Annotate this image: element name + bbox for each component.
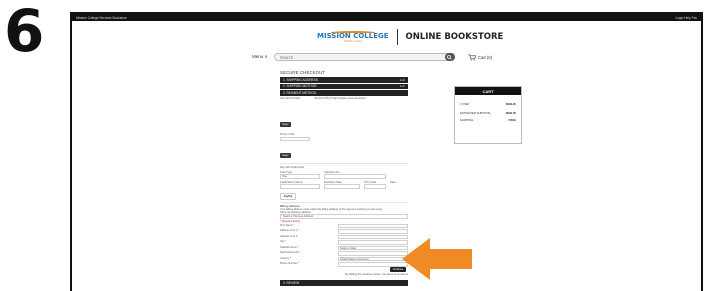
topbar-right-links[interactable]: Login Help Fax [676, 16, 697, 20]
browser-screenshot: Mission College Services Bookstore Login… [70, 12, 703, 291]
top-utility-bar: Mission College Services Bookstore Login… [72, 14, 701, 21]
cart-line-shipping: SHIPPING FREE [460, 118, 516, 122]
field-label: Address Line 2 [280, 234, 298, 238]
cart-icon [468, 54, 476, 61]
cart-summary: CART 1 ITEM $999.95 ESTIMATED SUBTOTAL $99… [454, 86, 522, 144]
field-label: Country * [280, 256, 291, 260]
field-label: Phone Number * [280, 262, 300, 266]
field-label: First Name * [280, 223, 295, 227]
address-line1-input[interactable] [338, 229, 408, 234]
step-payment-method: 3. PAYMENT METHOD [280, 90, 408, 96]
college-logo: MISSION COLLEGE SANTA CLARA [317, 30, 389, 43]
cart-link[interactable]: Cart (0) [468, 54, 492, 61]
cardholder-name-input[interactable] [280, 184, 320, 189]
search-bar[interactable] [273, 53, 455, 61]
field-label: City * [280, 240, 287, 244]
divider [280, 163, 408, 165]
credit-card-option[interactable]: Pay with Credit Card [280, 166, 408, 169]
store-name: ONLINE BOOKSTORE [405, 32, 504, 42]
nav-row: Menu ∨ Cart (0) [252, 52, 572, 62]
site-logo[interactable]: MISSION COLLEGE SANTA CLARA ONLINE BOOKS… [317, 29, 503, 45]
state-select[interactable]: Select a State [338, 245, 408, 251]
paypal-option[interactable]: PayPal [280, 192, 296, 200]
apply-gift-card-button[interactable]: Apply [280, 121, 291, 127]
first-name-input[interactable] [338, 223, 408, 229]
expiration-select[interactable] [324, 184, 360, 189]
field-label: Zip/Postal Code * [280, 251, 301, 255]
card-number-input[interactable] [324, 174, 386, 179]
terms-note: By clicking the Continue button, you agr… [344, 272, 408, 276]
edit-link[interactable]: Edit [400, 84, 405, 88]
checkout-title: SECURE CHECKOUT [280, 70, 326, 75]
previous-address-select[interactable]: Select a Previous Address [280, 214, 408, 219]
logo-divider [396, 29, 398, 45]
step-shipping-address[interactable]: 1. SHIPPING ADDRESS Edit [280, 77, 408, 83]
topbar-left-text: Mission College Services Bookstore [76, 15, 127, 20]
orange-pointer-arrow-icon [402, 238, 472, 280]
menu-button[interactable]: Menu ∨ [252, 54, 268, 60]
zip-input[interactable] [338, 251, 408, 256]
address-line2-input[interactable] [338, 234, 408, 240]
city-input[interactable] [338, 240, 408, 245]
gift-card-label: Gift Card Number [280, 96, 301, 100]
cart-line-subtotal: ESTIMATED SUBTOTAL $999.95 [460, 111, 516, 115]
required-note: * Required Fields [280, 219, 300, 223]
search-icon [447, 54, 453, 60]
search-button[interactable] [444, 53, 455, 61]
paypal-logo-icon: PayPal [283, 194, 293, 198]
save-card-label: Save [390, 180, 396, 184]
step-review: 4. REVIEW [280, 280, 408, 286]
cvv-input[interactable] [364, 184, 386, 189]
field-label: Address Line 1 * [280, 229, 300, 233]
checkout-form: SECURE CHECKOUT 1. SHIPPING ADDRESS Edit … [280, 70, 408, 276]
cart-line-items: 1 ITEM $999.95 [460, 102, 516, 106]
search-input[interactable] [279, 54, 453, 60]
cart-title: CART [455, 87, 521, 95]
step-shipping-method[interactable]: 2. SHIPPING METHOD Edit [280, 83, 408, 89]
promo-code-label: Promo Code [280, 132, 295, 136]
apply-promo-button[interactable]: Apply [280, 153, 291, 159]
field-label: State/Province * [280, 245, 299, 249]
country-select[interactable]: United States of America [338, 256, 408, 262]
edit-link[interactable]: Edit [400, 78, 405, 82]
card-type-select[interactable]: Visa [280, 174, 320, 179]
step-number: 6 [4, 0, 45, 65]
security-pin-label: Security PIN (if Card Applies Case Sensi… [314, 96, 366, 100]
divider [280, 201, 408, 203]
promo-code-input[interactable] [280, 136, 310, 142]
